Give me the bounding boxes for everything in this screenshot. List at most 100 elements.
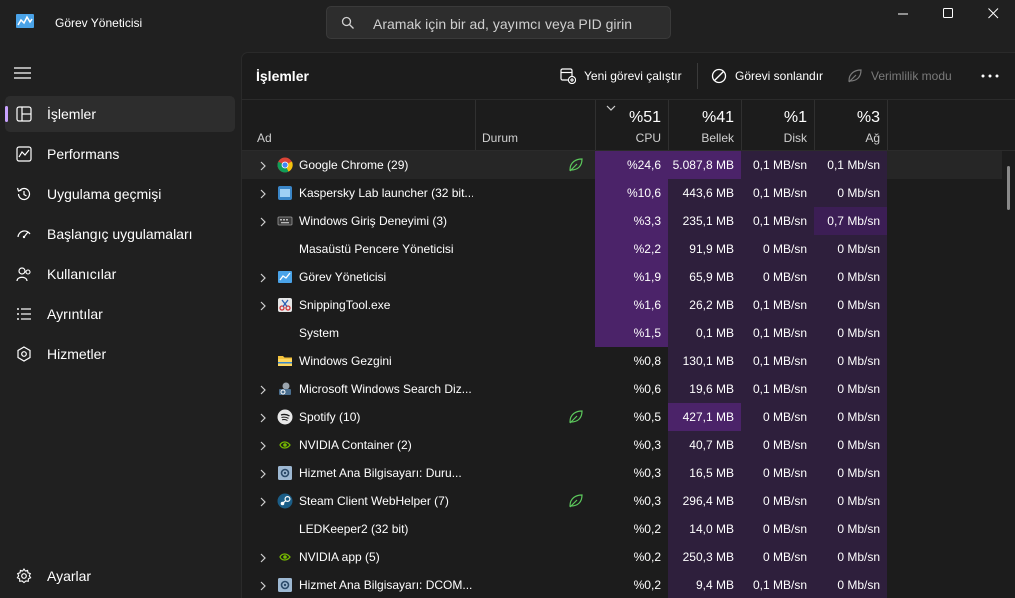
snipping-tool-icon bbox=[277, 297, 293, 313]
column-header-memory[interactable]: %41 Bellek bbox=[668, 100, 741, 150]
table-row[interactable]: SnippingTool.exe %1,6 26,2 MB 0,1 MB/sn 0 Mb… bbox=[242, 291, 1002, 319]
startup-apps-icon bbox=[17, 230, 31, 239]
column-header-name[interactable]: Ad bbox=[242, 100, 475, 150]
disk-cell: 0 MB/sn bbox=[741, 515, 814, 543]
leaf-icon bbox=[848, 69, 862, 83]
more-options-icon[interactable] bbox=[980, 69, 1000, 83]
column-header-label: Ağ bbox=[865, 131, 880, 145]
sidebar-item-details[interactable]: Ayrıntılar bbox=[5, 296, 235, 332]
memory-cell: 9,4 MB bbox=[668, 571, 741, 598]
process-name: Spotify (10) bbox=[299, 410, 361, 424]
memory-total-percent: %41 bbox=[701, 109, 734, 126]
maximize-button[interactable] bbox=[925, 0, 971, 26]
table-row[interactable]: Kaspersky Lab launcher (32 bit... %10,6 44… bbox=[242, 179, 1002, 207]
expand-chevron-icon[interactable] bbox=[259, 160, 267, 171]
network-cell: 0,1 Mb/sn bbox=[814, 151, 887, 179]
gear-icon bbox=[16, 568, 32, 584]
sidebar-item-startup-apps[interactable]: Başlangıç uygulamaları bbox=[5, 216, 235, 252]
memory-cell: 91,9 MB bbox=[668, 235, 741, 263]
processes-icon bbox=[16, 106, 32, 122]
column-divider bbox=[887, 100, 888, 150]
process-name: Windows Giriş Deneyimi (3) bbox=[299, 214, 448, 228]
expand-chevron-icon[interactable] bbox=[259, 412, 267, 423]
search-icon bbox=[341, 16, 354, 29]
table-row[interactable]: Hizmet Ana Bilgisayarı: Duru... %0,3 16,5 … bbox=[242, 459, 1002, 487]
end-task-label: Görevi sonlandır bbox=[735, 69, 824, 83]
expand-chevron-icon[interactable] bbox=[259, 188, 267, 199]
network-cell: 0 Mb/sn bbox=[814, 291, 887, 319]
network-total-percent: %3 bbox=[856, 109, 880, 126]
cpu-cell: %0,5 bbox=[633, 410, 661, 424]
expand-chevron-icon[interactable] bbox=[259, 468, 267, 479]
process-name: LEDKeeper2 (32 bit) bbox=[299, 522, 409, 536]
sidebar-item-processes[interactable]: İşlemler bbox=[5, 96, 235, 132]
table-row[interactable]: Spotify (10) %0,5 427,1 MB 0 MB/sn 0 Mb/sn bbox=[242, 403, 1002, 431]
table-row[interactable]: Steam Client WebHelper (7) %0,3 296,4 MB 0 … bbox=[242, 487, 1002, 515]
network-cell: 0 Mb/sn bbox=[814, 487, 887, 515]
efficiency-leaf-icon bbox=[568, 493, 584, 509]
sidebar-item-performance[interactable]: Performans bbox=[5, 136, 235, 172]
column-header-cpu[interactable]: %51 CPU bbox=[595, 100, 668, 150]
process-name: NVIDIA app (5) bbox=[299, 550, 380, 564]
settings-label: Ayarlar bbox=[47, 568, 92, 584]
table-row[interactable]: System %1,5 0,1 MB 0,1 MB/sn 0 Mb/sn bbox=[242, 319, 1002, 347]
cpu-total-percent: %51 bbox=[628, 109, 661, 126]
disk-total-percent: %1 bbox=[783, 109, 807, 126]
disk-cell: 0,1 MB/sn bbox=[741, 375, 814, 403]
table-row[interactable]: Görev Yöneticisi %1,9 65,9 MB 0 MB/sn 0 Mb/s… bbox=[242, 263, 1002, 291]
table-row[interactable]: Hizmet Ana Bilgisayarı: DCOM... %0,2 9,4 M… bbox=[242, 571, 1002, 598]
service-host-icon bbox=[277, 465, 293, 481]
task-manager-app-icon bbox=[16, 14, 34, 28]
process-name: Steam Client WebHelper (7) bbox=[299, 494, 449, 508]
memory-cell: 296,4 MB bbox=[668, 487, 741, 515]
search-box[interactable]: Aramak için bir ad, yayımcı veya PID gir… bbox=[326, 6, 671, 39]
expand-chevron-icon[interactable] bbox=[259, 300, 267, 311]
sidebar: İşlemler Performans Uygulama geçmişi Baş… bbox=[0, 46, 241, 598]
expand-chevron-icon[interactable] bbox=[259, 216, 267, 227]
active-indicator bbox=[5, 106, 8, 122]
vertical-scrollbar[interactable] bbox=[1007, 166, 1010, 210]
kaspersky-icon bbox=[277, 185, 293, 201]
close-button[interactable] bbox=[970, 0, 1015, 26]
efficiency-mode-button[interactable]: Verimlilik modu bbox=[847, 66, 952, 86]
column-header-label: Ad bbox=[257, 131, 272, 145]
column-header-disk[interactable]: %1 Disk bbox=[741, 100, 814, 150]
expand-chevron-icon[interactable] bbox=[259, 384, 267, 395]
minimize-button[interactable] bbox=[880, 0, 926, 26]
cpu-cell: %1,6 bbox=[595, 291, 668, 319]
hamburger-menu-icon[interactable] bbox=[14, 66, 32, 80]
table-row[interactable]: Microsoft Windows Search Diz... %0,6 19,6 … bbox=[242, 375, 1002, 403]
sidebar-item-app-history[interactable]: Uygulama geçmişi bbox=[5, 176, 235, 212]
column-header-status[interactable]: Durum bbox=[475, 100, 595, 150]
end-task-button[interactable]: Görevi sonlandır bbox=[711, 66, 823, 86]
table-row[interactable]: Masaüstü Pencere Yöneticisi %2,2 91,9 MB 0 … bbox=[242, 235, 1002, 263]
table-row[interactable]: Google Chrome (29) %24,6 5.087,8 MB 0,1 MB/… bbox=[242, 151, 1002, 179]
search-placeholder: Aramak için bir ad, yayımcı veya PID gir… bbox=[373, 16, 633, 32]
sidebar-item-services[interactable]: Hizmetler bbox=[5, 336, 235, 372]
cpu-cell: %2,2 bbox=[595, 235, 668, 263]
process-name: NVIDIA Container (2) bbox=[299, 438, 412, 452]
sidebar-item-label: Ayrıntılar bbox=[47, 306, 103, 322]
table-row[interactable]: NVIDIA Container (2) %0,3 40,7 MB 0 MB/sn 0 … bbox=[242, 431, 1002, 459]
expand-chevron-icon[interactable] bbox=[259, 496, 267, 507]
table-row[interactable]: Windows Giriş Deneyimi (3) %3,3 235,1 MB 0,… bbox=[242, 207, 1002, 235]
column-header-network[interactable]: %3 Ağ bbox=[814, 100, 887, 150]
table-row[interactable]: LEDKeeper2 (32 bit) %0,2 14,0 MB 0 MB/sn 0 M… bbox=[242, 515, 1002, 543]
table-row[interactable]: NVIDIA app (5) %0,2 250,3 MB 0 MB/sn 0 Mb/sn bbox=[242, 543, 1002, 571]
sidebar-item-settings[interactable]: Ayarlar bbox=[5, 558, 235, 594]
network-cell: 0 Mb/sn bbox=[814, 403, 887, 431]
expand-chevron-icon[interactable] bbox=[259, 272, 267, 283]
expand-chevron-icon[interactable] bbox=[259, 552, 267, 563]
cpu-cell: %0,2 bbox=[633, 578, 661, 592]
cpu-cell: %3,3 bbox=[595, 207, 668, 235]
expand-chevron-icon[interactable] bbox=[259, 440, 267, 451]
sidebar-item-label: Başlangıç uygulamaları bbox=[47, 226, 193, 242]
run-new-task-button[interactable]: Yeni görevi çalıştır bbox=[560, 66, 682, 86]
efficiency-leaf-icon bbox=[568, 157, 584, 173]
disk-cell: 0,1 MB/sn bbox=[741, 151, 814, 179]
sidebar-item-users[interactable]: Kullanıcılar bbox=[5, 256, 235, 292]
sidebar-item-label: İşlemler bbox=[47, 106, 97, 122]
memory-cell: 427,1 MB bbox=[668, 403, 741, 431]
expand-chevron-icon[interactable] bbox=[259, 580, 267, 591]
table-row[interactable]: Windows Gezgini %0,8 130,1 MB 0,1 MB/sn 0 Mb… bbox=[242, 347, 1002, 375]
